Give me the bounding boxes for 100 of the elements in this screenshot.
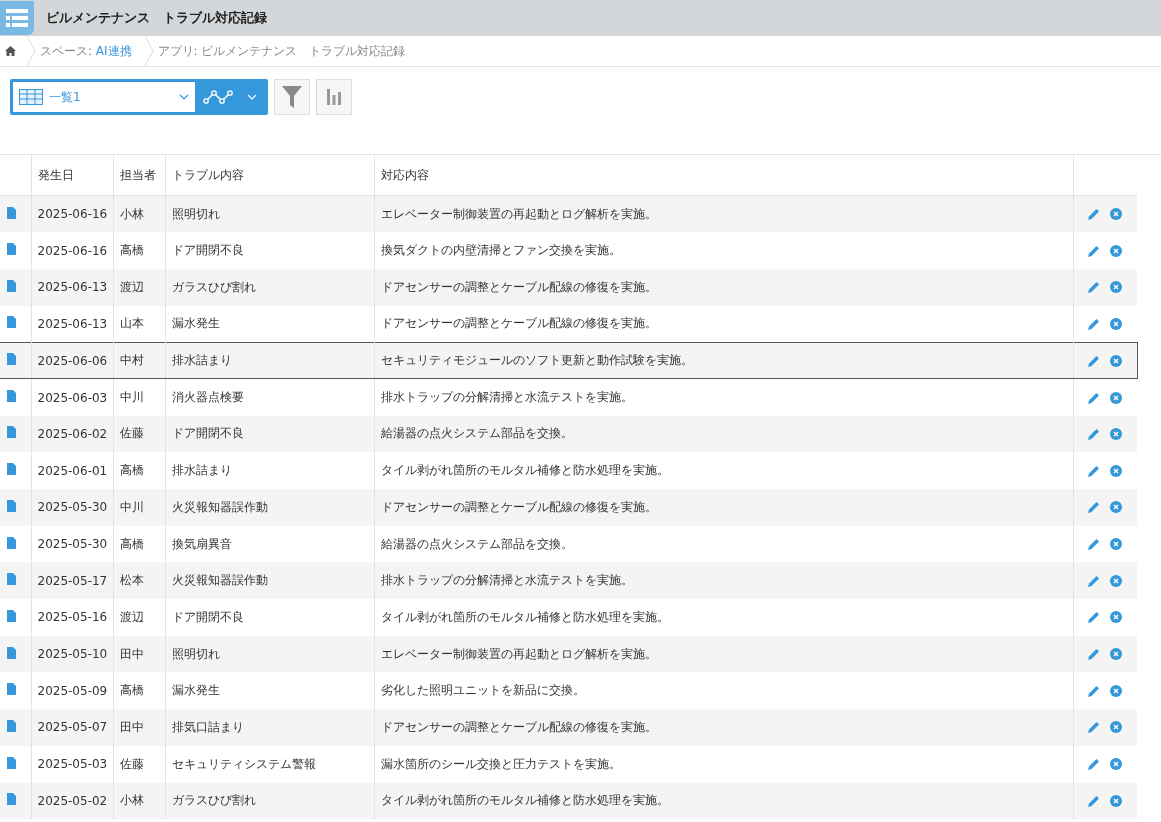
table-cell: 2025-06-02 (37, 426, 108, 441)
document-icon[interactable] (7, 756, 16, 769)
column-header[interactable]: トラブル内容 (171, 167, 244, 182)
edit-icon[interactable] (1088, 281, 1101, 294)
app-list-icon[interactable] (0, 1, 34, 35)
document-icon[interactable] (7, 499, 16, 512)
table-cell: 田中 (119, 719, 144, 734)
delete-icon[interactable] (1110, 538, 1123, 551)
table-cell: 渡辺 (119, 279, 144, 294)
document-icon[interactable] (7, 353, 16, 366)
table-cell: 消火器点検要 (171, 390, 244, 405)
document-icon[interactable] (7, 279, 16, 292)
chevron-down-icon (179, 94, 189, 100)
column-header[interactable]: 対応内容 (380, 167, 429, 182)
edit-icon[interactable] (1088, 648, 1101, 661)
table-cell: 小林 (119, 206, 144, 221)
table-cell: 高橋 (119, 683, 144, 698)
delete-icon[interactable] (1110, 427, 1123, 440)
delete-icon[interactable] (1110, 244, 1123, 257)
table-cell: 小林 (119, 793, 144, 808)
table-row[interactable]: 2025-06-16 高橋 ドア開閉不良 換気ダクトの内壁清掃とファン交換を実施。 (0, 232, 1137, 269)
document-icon[interactable] (7, 609, 16, 622)
table-cell: 換気扇異音 (171, 536, 232, 551)
delete-icon[interactable] (1110, 501, 1123, 514)
edit-icon[interactable] (1088, 317, 1101, 330)
delete-icon[interactable] (1110, 794, 1123, 807)
document-icon[interactable] (7, 536, 16, 549)
edit-icon[interactable] (1088, 208, 1101, 221)
table-cell: 中村 (119, 353, 144, 368)
document-icon[interactable] (7, 793, 16, 806)
document-icon[interactable] (7, 573, 16, 586)
edit-icon[interactable] (1088, 758, 1101, 771)
table-cell: 2025-06-16 (37, 207, 108, 222)
table-cell: ドア開閉不良 (171, 426, 244, 441)
delete-icon[interactable] (1110, 721, 1123, 734)
table-cell: ドア開閉不良 (171, 243, 244, 258)
edit-icon[interactable] (1088, 721, 1101, 734)
delete-icon[interactable] (1110, 464, 1123, 477)
table-row[interactable]: 2025-05-03 佐藤 セキュリティシステム警報 漏水箇所のシール交換と圧力テストを実施。 (0, 745, 1137, 783)
edit-icon[interactable] (1088, 354, 1100, 367)
line-graph-icon (203, 89, 233, 105)
table-cell: 漏水箇所のシール交換と圧力テストを実施。 (380, 756, 621, 771)
document-icon[interactable] (7, 463, 16, 476)
table-cell: ドアセンサーの調整とケーブル配線の修復を実施。 (380, 279, 657, 294)
table-cell: 2025-05-30 (37, 500, 108, 515)
delete-icon[interactable] (1110, 208, 1123, 221)
edit-icon[interactable] (1088, 391, 1101, 404)
delete-icon[interactable] (1110, 281, 1123, 294)
table-cell: 2025-05-03 (37, 757, 108, 772)
table-cell: 中川 (119, 390, 144, 405)
delete-icon[interactable] (1110, 648, 1123, 661)
edit-icon[interactable] (1088, 794, 1101, 807)
table-row[interactable]: 2025-05-16 渡辺 ドア開閉不良 タイル剥がれ箇所のモルタル補修と防水処理を実施。 (0, 599, 1137, 636)
table-cell: 高橋 (119, 536, 144, 551)
table-cell: 照明切れ (171, 646, 220, 661)
table-cell: 給湯器の点火システム部品を交換。 (380, 536, 573, 551)
delete-icon[interactable] (1110, 317, 1123, 330)
table-cell: 漏水発生 (171, 316, 220, 331)
edit-icon[interactable] (1088, 464, 1101, 477)
delete-icon[interactable] (1110, 574, 1123, 587)
table-cell: 佐藤 (119, 756, 144, 771)
table-cell: 火災報知器誤作動 (171, 499, 268, 514)
delete-icon[interactable] (1110, 354, 1122, 367)
edit-icon[interactable] (1088, 244, 1101, 257)
table-cell: 渡辺 (119, 609, 144, 624)
breadcrumb-label: アプリ: ビルメンテナンス トラブル対応記録 (157, 42, 406, 60)
edit-icon[interactable] (1088, 684, 1101, 697)
document-icon[interactable] (7, 646, 16, 659)
document-icon[interactable] (7, 426, 16, 439)
document-icon[interactable] (7, 206, 16, 219)
table-cell: 排水詰まり (171, 463, 232, 478)
edit-icon[interactable] (1088, 538, 1101, 551)
table-cell: 2025-05-02 (37, 793, 108, 808)
table-row[interactable]: 2025-06-03 中川 消火器点検要 排水トラップの分解清掃と水流テストを実施。 (0, 378, 1137, 416)
edit-icon[interactable] (1088, 611, 1101, 624)
edit-icon[interactable] (1088, 427, 1101, 440)
document-icon[interactable] (7, 243, 16, 256)
document-icon[interactable] (7, 316, 16, 329)
home-icon[interactable] (5, 46, 16, 56)
document-icon[interactable] (7, 719, 16, 732)
table-cell: 2025-05-30 (37, 537, 108, 552)
table-cell: 排水トラップの分解清掃と水流テストを実施。 (380, 390, 633, 405)
delete-icon[interactable] (1110, 684, 1123, 697)
delete-icon[interactable] (1110, 611, 1123, 624)
table-cell: 佐藤 (119, 426, 144, 441)
delete-icon[interactable] (1110, 758, 1123, 771)
table-cell: 2025-06-01 (37, 463, 108, 478)
chart-button[interactable] (316, 79, 352, 115)
document-icon[interactable] (7, 390, 16, 403)
delete-icon[interactable] (1110, 391, 1123, 404)
table-cell: 照明切れ (171, 206, 220, 221)
table-cell: 高橋 (119, 463, 144, 478)
column-header[interactable]: 発生日 (37, 167, 74, 182)
filter-button[interactable] (274, 79, 310, 115)
document-icon[interactable] (7, 683, 16, 696)
column-header[interactable]: 担当者 (119, 167, 156, 182)
edit-icon[interactable] (1088, 574, 1101, 587)
table-cell: タイル剥がれ箇所のモルタル補修と防水処理を実施。 (380, 793, 669, 808)
table-cell: 換気ダクトの内壁清掃とファン交換を実施。 (380, 243, 621, 258)
edit-icon[interactable] (1088, 501, 1101, 514)
